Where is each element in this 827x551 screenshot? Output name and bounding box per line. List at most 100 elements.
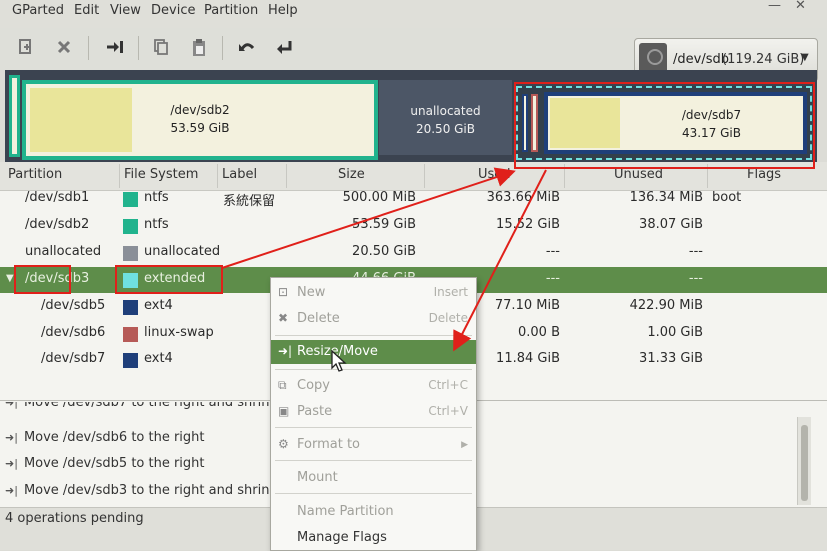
operation-text: Move /dev/sdb7 to the right and shrink i…: [23, 402, 290, 410]
menu-item-paste[interactable]: ▣ Paste Ctrl+V: [271, 400, 476, 424]
submenu-arrow-icon: ▶: [461, 440, 468, 450]
apply-icon[interactable]: [274, 38, 296, 58]
table-row[interactable]: /dev/sdb2 ntfs 53.59 GiB 15.52 GiB 38.07…: [0, 213, 827, 239]
partition-block-sdb1[interactable]: [9, 75, 20, 157]
filesystem-type: ext4: [144, 351, 173, 366]
menu-item-delete[interactable]: ✖ Delete Delete: [271, 307, 476, 331]
scrollbar-thumb[interactable]: [801, 425, 808, 501]
operation-text: Move /dev/sdb3 to the right and shrink i…: [23, 483, 290, 498]
new-partition-icon[interactable]: [15, 38, 37, 58]
partition-name: /dev/sdb1: [25, 190, 90, 205]
resize-move-icon: ➜|: [5, 431, 18, 444]
menu-item-shortcut: Delete: [428, 311, 468, 325]
column-size[interactable]: Size: [338, 167, 365, 182]
filesystem-color-swatch: [123, 192, 138, 207]
chevron-down-icon: ▼: [801, 52, 809, 63]
menu-partition[interactable]: Partition: [204, 3, 258, 18]
toolbar-separator: [138, 36, 139, 60]
partition-block-sdb2[interactable]: /dev/sdb2 53.59 GiB: [22, 80, 378, 160]
filesystem-type: ntfs: [144, 217, 169, 232]
paste-icon: ▣: [278, 404, 290, 418]
column-partition[interactable]: Partition: [8, 167, 62, 182]
table-row[interactable]: unallocated unallocated 20.50 GiB --- --…: [0, 240, 827, 266]
undo-icon[interactable]: [236, 38, 258, 58]
resize-move-icon: ➜|: [278, 344, 293, 358]
used-space: ---: [545, 244, 560, 259]
menu-edit[interactable]: Edit: [74, 3, 99, 18]
filesystem-color-swatch: [123, 219, 138, 234]
annotation-box-extended: [115, 265, 223, 294]
operations-scrollbar[interactable]: [797, 417, 811, 505]
paste-icon[interactable]: [188, 38, 210, 58]
menu-item-label: Paste: [297, 404, 333, 419]
menu-item-resize-move[interactable]: ➜| Resize/Move: [271, 340, 476, 364]
menu-item-new[interactable]: ⊡ New Insert: [271, 281, 476, 305]
unallocated-label: unallocated: [410, 104, 481, 118]
operation-item[interactable]: ➜| Move /dev/sdb7 to the right and shrink…: [5, 402, 290, 414]
resize-move-icon: ➜|: [5, 457, 18, 470]
used-space: 0.00 B: [518, 325, 560, 340]
annotation-box-extended-region: [514, 82, 815, 169]
resize-move-icon[interactable]: [104, 38, 126, 58]
filesystem-type: ntfs: [144, 190, 169, 205]
menu-item-copy[interactable]: ⧉ Copy Ctrl+C: [271, 374, 476, 398]
menu-item-manage-flags[interactable]: Manage Flags: [271, 526, 476, 550]
close-button[interactable]: ✕: [795, 0, 806, 13]
mouse-cursor-icon: [331, 350, 347, 372]
unallocated-block[interactable]: unallocated 20.50 GiB: [379, 80, 512, 155]
menu-item-label: Delete: [297, 311, 340, 326]
delete-icon[interactable]: [53, 38, 75, 58]
column-unused[interactable]: Unused: [614, 167, 663, 182]
column-flags[interactable]: Flags: [747, 167, 781, 182]
operation-text: Move /dev/sdb5 to the right: [23, 456, 205, 471]
menu-help[interactable]: Help: [268, 3, 298, 18]
menu-item-name-partition[interactable]: Name Partition: [271, 500, 476, 524]
context-menu: ⊡ New Insert ✖ Delete Delete ➜| Resize/M…: [270, 277, 477, 551]
partition-size: 500.00 MiB: [342, 190, 416, 205]
partition-name: /dev/sdb5: [41, 298, 106, 313]
column-divider: [286, 164, 287, 188]
unused-space: 1.00 GiB: [647, 325, 703, 340]
operation-item[interactable]: ➜| Move /dev/sdb6 to the right: [5, 430, 205, 445]
minimize-button[interactable]: —: [768, 0, 781, 13]
column-used[interactable]: Used: [478, 167, 511, 182]
operation-item[interactable]: ➜| Move /dev/sdb3 to the right and shrink…: [5, 483, 290, 498]
filesystem-color-swatch: [123, 353, 138, 368]
table-row[interactable]: /dev/sdb1 ntfs 系統保留 500.00 MiB 363.66 Mi…: [0, 186, 827, 212]
menu-item-shortcut: Ctrl+V: [428, 404, 468, 418]
menu-item-mount[interactable]: Mount: [271, 466, 476, 490]
device-name: /dev/sdb: [673, 52, 729, 67]
partition-size: 20.50 GiB: [352, 244, 416, 259]
menu-item-label: New: [297, 285, 326, 300]
column-divider: [217, 164, 218, 188]
expander-triangle-icon[interactable]: ▼: [6, 273, 14, 284]
menu-device[interactable]: Device: [151, 3, 195, 18]
new-partition-icon: ⊡: [278, 285, 289, 299]
partition-name: /dev/sdb7: [41, 351, 106, 366]
toolbar-separator: [222, 36, 223, 60]
column-divider: [424, 164, 425, 188]
menu-separator: [275, 493, 472, 494]
column-divider: [119, 164, 120, 188]
menu-item-format-to[interactable]: ⚙ Format to ▶: [271, 433, 476, 457]
partition-name: /dev/sdb2: [25, 217, 90, 232]
column-label[interactable]: Label: [222, 167, 257, 182]
unused-space: ---: [688, 271, 703, 286]
menu-item-label: Name Partition: [297, 504, 394, 519]
delete-icon: ✖: [278, 311, 289, 325]
menu-item-label: Format to: [297, 437, 360, 452]
filesystem-type: unallocated: [144, 244, 221, 259]
copy-icon: ⧉: [278, 378, 287, 392]
partition-size: 53.59 GiB: [170, 121, 230, 135]
menu-separator: [275, 460, 472, 461]
menu-bar: GParted Edit View Device Partition Help …: [0, 0, 827, 28]
used-space: 11.84 GiB: [496, 351, 560, 366]
column-file-system[interactable]: File System: [124, 167, 198, 182]
operation-item[interactable]: ➜| Move /dev/sdb5 to the right: [5, 456, 205, 471]
menu-app-title: GParted: [12, 3, 64, 18]
partition-name: unallocated: [25, 244, 102, 259]
unallocated-size: 20.50 GiB: [415, 122, 476, 136]
copy-icon[interactable]: [150, 38, 172, 58]
status-text: 4 operations pending: [5, 511, 144, 526]
menu-view[interactable]: View: [110, 3, 141, 18]
